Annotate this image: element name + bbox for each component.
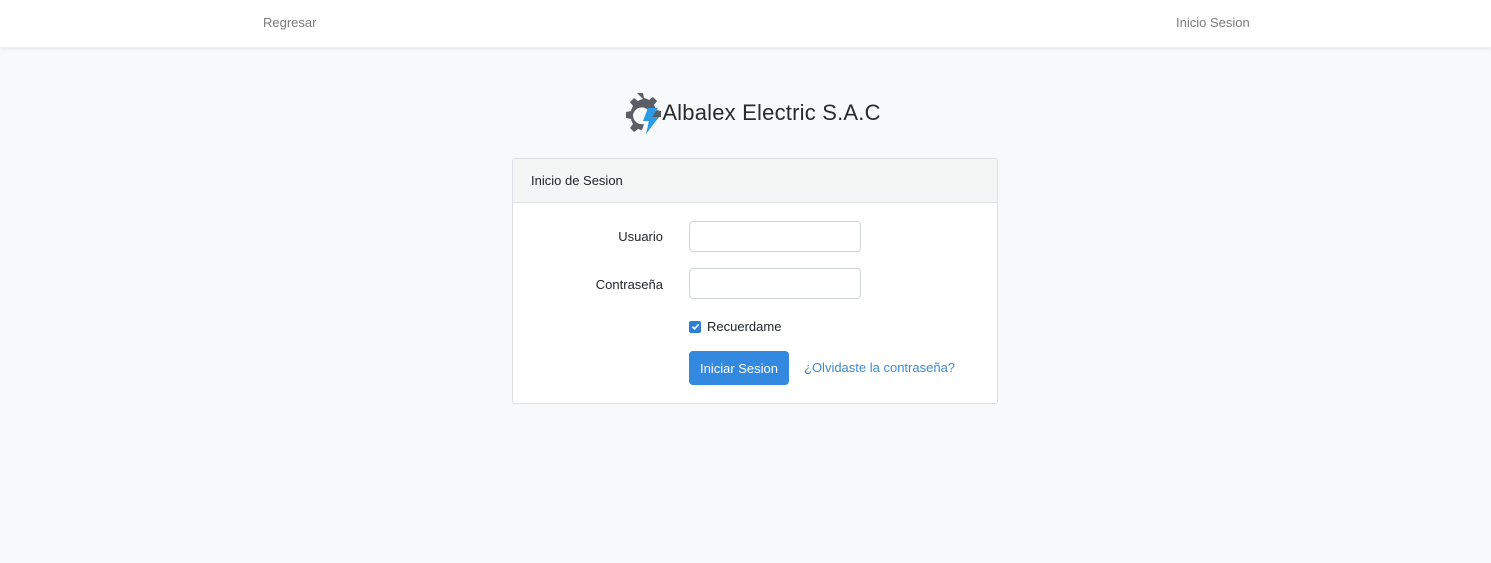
- username-label: Usuario: [618, 229, 663, 244]
- brand-header: Albalex Electric S.A.C: [0, 90, 1491, 136]
- password-input[interactable]: [689, 268, 861, 299]
- top-navbar: Regresar Inicio Sesion: [0, 0, 1491, 48]
- brand-block: Albalex Electric S.A.C: [618, 90, 880, 136]
- gear-lightning-logo-icon: [626, 93, 662, 134]
- password-label: Contraseña: [595, 277, 663, 292]
- username-input[interactable]: [689, 221, 861, 252]
- login-submit-button[interactable]: Iniciar Sesion: [689, 351, 789, 385]
- login-link[interactable]: Inicio Sesion: [1176, 15, 1250, 30]
- brand-name: Albalex Electric S.A.C: [662, 100, 881, 125]
- back-link[interactable]: Regresar: [263, 15, 316, 30]
- remember-me-label: Recuerdame: [707, 319, 782, 334]
- forgot-password-link[interactable]: ¿Olvidaste la contraseña?: [804, 360, 955, 375]
- login-card: Inicio de Sesion Usuario Contraseña Recu…: [512, 158, 998, 404]
- checkbox-checked-icon[interactable]: [689, 320, 701, 333]
- remember-me-checkbox[interactable]: Recuerdame: [689, 319, 781, 334]
- card-header: Inicio de Sesion: [513, 159, 997, 203]
